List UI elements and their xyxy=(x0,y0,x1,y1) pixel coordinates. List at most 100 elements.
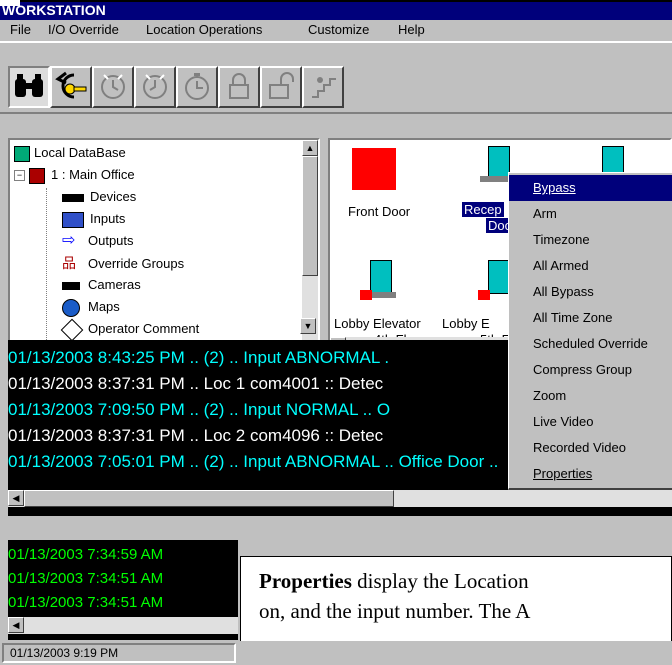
reception-door-icon[interactable] xyxy=(488,146,510,180)
output-arrow-icon: ⇨ xyxy=(62,232,76,249)
context-menu: Bypass Arm Timezone All Armed All Bypass… xyxy=(508,172,672,490)
tree-item-label: Devices xyxy=(90,189,137,204)
callout-text: display the Location xyxy=(351,569,529,593)
location-label: Lobby E xyxy=(442,316,490,331)
menu-file[interactable]: File xyxy=(10,20,31,40)
callout-text-2: on, and the input number. The A xyxy=(259,599,531,623)
timer-button[interactable] xyxy=(176,66,218,108)
group-icon: 品 xyxy=(62,255,76,271)
log-line: 01/13/2003 7:34:51 AM xyxy=(8,570,164,587)
menu-location-operations[interactable]: Location Operations xyxy=(146,20,262,40)
menu-io-override[interactable]: I/O Override xyxy=(48,20,119,40)
log-line: 01/13/2003 8:37:31 PM .. Loc 2 com4096 :… xyxy=(8,426,384,445)
log-hscroll[interactable]: ◀ xyxy=(8,490,672,507)
tree-item-label: Override Groups xyxy=(88,256,185,271)
clock-disabled-icon xyxy=(140,71,170,104)
menu-item-timezone[interactable]: Timezone xyxy=(509,227,672,253)
input-icon xyxy=(62,211,84,228)
binoculars-icon xyxy=(13,73,45,102)
callout-keyword: Properties xyxy=(259,569,352,593)
menu-divider xyxy=(0,41,672,43)
scroll-left-arrow-icon[interactable]: ◀ xyxy=(8,490,24,506)
scroll-left-arrow-icon[interactable]: ◀ xyxy=(8,617,24,633)
alarm-indicator xyxy=(360,290,372,300)
tree-item-cameras[interactable]: Cameras xyxy=(50,274,141,296)
status-datetime: 01/13/2003 9:19 PM xyxy=(2,643,236,663)
location-label: Lobby Elevator xyxy=(334,316,421,331)
log-line: 01/13/2003 7:34:51 AM xyxy=(8,594,164,611)
alarm-log-hscroll[interactable]: ◀ xyxy=(8,617,238,634)
tree-item-devices[interactable]: Devices xyxy=(50,186,136,208)
tree-item-inputs[interactable]: Inputs xyxy=(50,208,125,230)
tree-item-outputs[interactable]: ⇨ Outputs xyxy=(50,230,134,252)
menu-item-all-bypass[interactable]: All Bypass xyxy=(509,279,672,305)
front-door-icon[interactable] xyxy=(352,148,396,190)
location-label: Front Door xyxy=(348,204,411,219)
log-line: 01/13/2003 7:05:01 PM .. (2) .. Input AB… xyxy=(8,452,499,471)
clock-button-2[interactable] xyxy=(134,66,176,108)
lobby-door-icon[interactable] xyxy=(488,260,510,294)
building-icon xyxy=(29,167,45,184)
unlock-button[interactable] xyxy=(260,66,302,108)
alarm-indicator xyxy=(478,290,490,300)
lock-open-icon xyxy=(266,71,296,104)
menu-item-properties[interactable]: Properties xyxy=(509,461,672,487)
menu-item-all-armed[interactable]: All Armed xyxy=(509,253,672,279)
menu-item-scheduled-override[interactable]: Scheduled Override xyxy=(509,331,672,357)
door-floor-shadow xyxy=(480,176,508,182)
logout-button[interactable] xyxy=(50,66,92,108)
tree-item-label: Inputs xyxy=(90,211,126,226)
title-notch xyxy=(0,0,20,6)
tree-item-operator-comment[interactable]: Operator Comment xyxy=(50,318,200,341)
menu-item-bypass[interactable]: Bypass xyxy=(509,175,672,201)
menu-help[interactable]: Help xyxy=(398,20,425,40)
collapse-icon: − xyxy=(14,170,25,182)
tree-root[interactable]: Local DataBase xyxy=(14,142,126,164)
lobby-elevator-door-icon[interactable] xyxy=(370,260,392,294)
scroll-thumb[interactable] xyxy=(24,490,394,507)
menu-item-all-time-zone[interactable]: All Time Zone xyxy=(509,305,672,331)
log-line: 01/13/2003 7:09:50 PM .. (2) .. Input NO… xyxy=(8,400,391,419)
tree-item-override-groups[interactable]: 品 Override Groups xyxy=(50,252,184,274)
tree-item-label: Cameras xyxy=(88,277,141,292)
scroll-thumb[interactable] xyxy=(302,156,318,276)
log-line: 01/13/2003 7:34:59 AM xyxy=(8,546,164,563)
tree-item-label: Operator Comment xyxy=(88,321,200,336)
database-icon xyxy=(14,145,30,162)
status-bar: 01/13/2003 9:19 PM xyxy=(0,641,672,665)
scroll-down-arrow-icon[interactable]: ▼ xyxy=(300,318,316,334)
timer-icon xyxy=(182,71,212,104)
menu-item-zoom[interactable]: Zoom xyxy=(509,383,672,409)
toolbar-divider xyxy=(0,112,672,114)
stairs-button[interactable] xyxy=(302,66,344,108)
tree-item-label: Outputs xyxy=(88,233,134,248)
search-button[interactable] xyxy=(8,66,50,108)
log-line: 01/13/2003 8:37:31 PM .. Loc 1 com4001 :… xyxy=(8,374,384,393)
clock-button-1[interactable] xyxy=(92,66,134,108)
lock-closed-icon xyxy=(224,71,254,104)
tree-root-label: Local DataBase xyxy=(34,145,126,160)
clock-disabled-icon xyxy=(98,71,128,104)
globe-icon xyxy=(62,298,80,317)
menu-customize[interactable]: Customize xyxy=(308,20,369,40)
stairs-icon xyxy=(308,71,338,104)
log-line: 01/13/2003 8:43:25 PM .. (2) .. Input AB… xyxy=(8,348,390,367)
comment-icon xyxy=(60,318,84,341)
door-floor-shadow xyxy=(372,292,396,298)
camera-icon xyxy=(62,281,80,290)
tree-scroll-down[interactable]: ▼ xyxy=(300,318,316,334)
tree-item-label: Maps xyxy=(88,299,120,314)
tree-site[interactable]: − 1 : Main Office xyxy=(14,164,135,186)
menu-item-compress-group[interactable]: Compress Group xyxy=(509,357,672,383)
tree-item-maps[interactable]: Maps xyxy=(50,296,120,318)
tree-site-label: 1 : Main Office xyxy=(51,167,135,182)
menu-item-arm[interactable]: Arm xyxy=(509,201,672,227)
database-tree: Local DataBase −1 : Main Office Devices … xyxy=(8,138,320,356)
lock-button[interactable] xyxy=(218,66,260,108)
menu-item-recorded-video[interactable]: Recorded Video xyxy=(509,435,672,461)
menu-item-live-video[interactable]: Live Video xyxy=(509,409,672,435)
device-icon xyxy=(62,193,84,202)
scroll-up-arrow-icon[interactable]: ▲ xyxy=(302,140,318,156)
menu-bar: File I/O Override Location Operations Cu… xyxy=(0,20,672,40)
key-logout-icon xyxy=(54,71,88,104)
